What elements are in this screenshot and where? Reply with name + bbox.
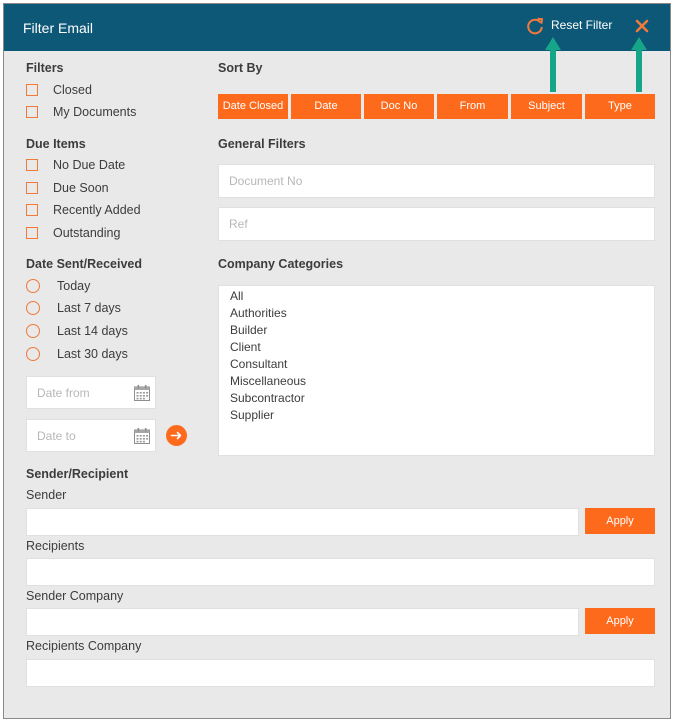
- sender-recipient-heading: Sender/Recipient: [26, 467, 129, 481]
- dialog-header: Filter Email Reset Filter: [4, 4, 670, 51]
- recipients-company-label: Recipients Company: [26, 639, 142, 653]
- sender-input[interactable]: [26, 508, 579, 536]
- date-to-placeholder: Date to: [37, 428, 76, 443]
- date-from-placeholder: Date from: [37, 385, 90, 400]
- checkbox-box: [26, 106, 38, 118]
- list-item[interactable]: Authorities: [219, 305, 654, 322]
- sort-date-button[interactable]: Date: [291, 94, 361, 119]
- radio-label: Last 30 days: [57, 347, 128, 361]
- sender-label: Sender: [26, 488, 67, 502]
- apply-sender-button[interactable]: Apply: [585, 508, 655, 534]
- calendar-icon[interactable]: [133, 384, 151, 402]
- radio-circle: [26, 347, 40, 361]
- checkbox-label: Recently Added: [53, 203, 141, 217]
- sender-company-input[interactable]: [26, 608, 579, 636]
- close-icon[interactable]: [632, 16, 652, 36]
- apply-date-button[interactable]: [166, 425, 187, 446]
- checkbox-box: [26, 84, 38, 96]
- list-item[interactable]: Builder: [219, 322, 654, 339]
- sender-company-label: Sender Company: [26, 589, 124, 603]
- checkbox-label: Outstanding: [53, 226, 121, 240]
- refresh-icon[interactable]: [525, 16, 545, 36]
- reset-filter-button[interactable]: Reset Filter: [551, 18, 612, 32]
- sort-subject-button[interactable]: Subject: [511, 94, 582, 119]
- ref-placeholder: Ref: [229, 217, 248, 231]
- radio-circle: [26, 301, 40, 315]
- checkbox-box: [26, 182, 38, 194]
- date-from-input[interactable]: Date from: [26, 376, 156, 409]
- checkbox-label: My Documents: [53, 105, 137, 119]
- ref-input[interactable]: Ref: [218, 207, 655, 241]
- checkbox-box: [26, 159, 38, 171]
- checkbox-box: [26, 204, 38, 216]
- radio-label: Today: [57, 279, 91, 293]
- general-filters-heading: General Filters: [218, 137, 306, 151]
- recipients-input[interactable]: [26, 558, 655, 586]
- dialog-title: Filter Email: [23, 20, 94, 36]
- arrow-up-icon: [545, 37, 561, 92]
- sort-by-heading: Sort By: [218, 61, 263, 75]
- filter-email-dialog: Filter Email Reset Filter Filters Closed…: [3, 3, 671, 719]
- date-to-input[interactable]: Date to: [26, 419, 156, 452]
- radio-circle: [26, 324, 40, 338]
- recipients-company-input[interactable]: [26, 659, 655, 687]
- checkbox-box: [26, 227, 38, 239]
- company-categories-list[interactable]: All Authorities Builder Client Consultan…: [218, 285, 655, 456]
- list-item[interactable]: Client: [219, 339, 654, 356]
- arrow-up-icon: [631, 37, 647, 92]
- sort-doc-no-button[interactable]: Doc No: [364, 94, 434, 119]
- calendar-icon[interactable]: [133, 427, 151, 445]
- sort-type-button[interactable]: Type: [585, 94, 655, 119]
- checkbox-label: Due Soon: [53, 181, 109, 195]
- sort-from-button[interactable]: From: [437, 94, 508, 119]
- radio-label: Last 7 days: [57, 301, 121, 315]
- list-item[interactable]: Consultant: [219, 356, 654, 373]
- due-items-heading: Due Items: [26, 137, 86, 151]
- document-no-placeholder: Document No: [229, 174, 303, 188]
- document-no-input[interactable]: Document No: [218, 164, 655, 198]
- recipients-label: Recipients: [26, 539, 85, 553]
- radio-label: Last 14 days: [57, 324, 128, 338]
- date-sent-received-heading: Date Sent/Received: [26, 257, 143, 271]
- apply-sender-company-button[interactable]: Apply: [585, 608, 655, 634]
- checkbox-label: Closed: [53, 83, 92, 97]
- arrow-right-icon: [170, 431, 182, 440]
- filters-heading: Filters: [26, 61, 64, 75]
- list-item[interactable]: Supplier: [219, 407, 654, 424]
- list-item[interactable]: Subcontractor: [219, 390, 654, 407]
- list-item[interactable]: Miscellaneous: [219, 373, 654, 390]
- radio-circle: [26, 279, 40, 293]
- list-item[interactable]: All: [219, 288, 654, 305]
- sort-date-closed-button[interactable]: Date Closed: [218, 94, 288, 119]
- checkbox-label: No Due Date: [53, 158, 126, 172]
- company-categories-heading: Company Categories: [218, 257, 344, 271]
